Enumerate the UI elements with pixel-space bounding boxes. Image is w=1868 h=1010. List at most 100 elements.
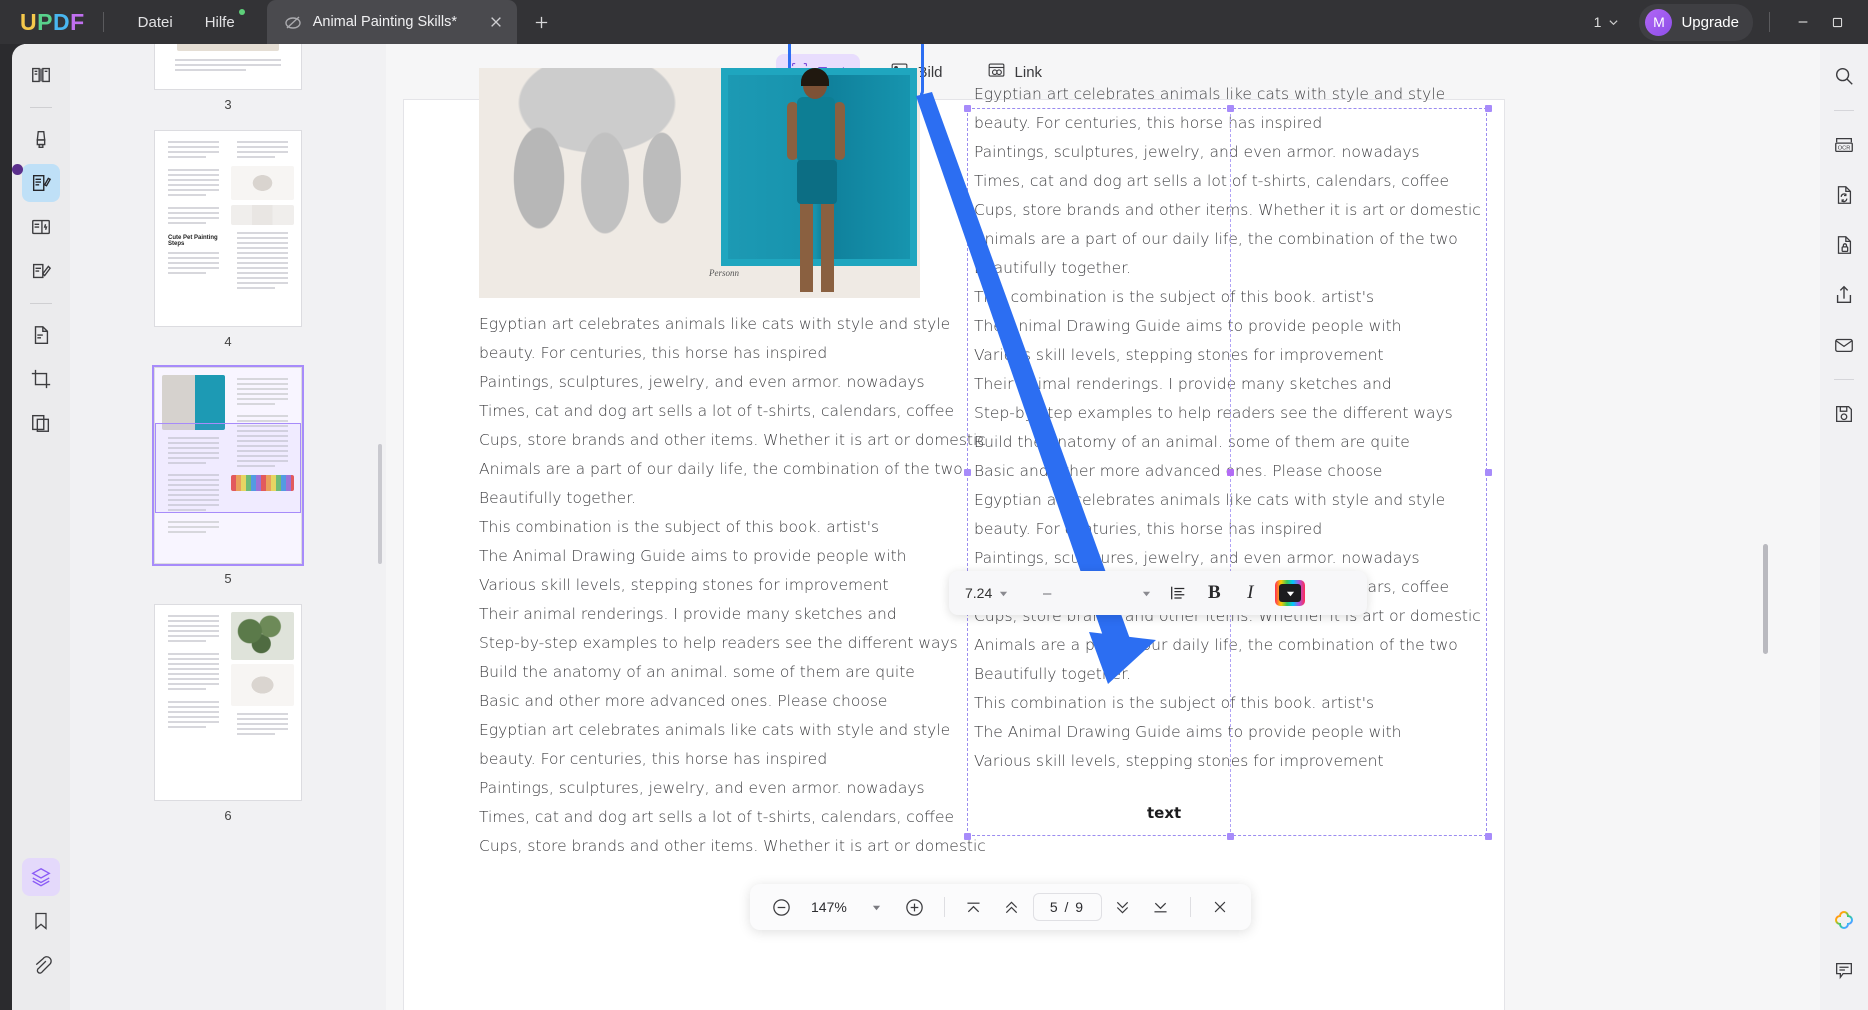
- sidebar-item-compare[interactable]: [22, 404, 60, 442]
- zoom-dropdown-chevron-down-icon[interactable]: [860, 890, 894, 924]
- photo-person: [779, 72, 853, 298]
- text-line: Egyptian art celebrates animals like cat…: [974, 486, 1494, 515]
- text-line: beauty. For centuries, this horse has in…: [974, 109, 1494, 138]
- sidebar-item-reader[interactable]: [22, 56, 60, 94]
- sidebar-item-form[interactable]: [22, 252, 60, 290]
- text-line: Beautifully together.: [974, 660, 1494, 689]
- thumbnail-item-3[interactable]: 3: [70, 44, 386, 130]
- sidebar-item-layers[interactable]: [22, 858, 60, 896]
- thumbnail-item-4[interactable]: Cute Pet Painting Steps: [70, 130, 386, 367]
- thumbnail-heading: Cute Pet Painting Steps: [162, 233, 225, 249]
- text-line: Cups, store brands and other items. Whet…: [479, 426, 949, 455]
- comment-bubble-icon[interactable]: [1826, 952, 1862, 988]
- share-icon[interactable]: [1826, 277, 1862, 313]
- convert-refresh-icon[interactable]: [1826, 177, 1862, 213]
- close-editor-icon[interactable]: [1203, 890, 1237, 924]
- document-icon: [283, 12, 303, 32]
- text-line: Step-by-step examples to help readers se…: [479, 629, 949, 658]
- page-text-column-right[interactable]: Egyptian art celebrates animals like cat…: [974, 80, 1494, 776]
- text-line: Various skill levels, stepping stones fo…: [974, 747, 1494, 776]
- thumbnail-panel[interactable]: 3: [70, 44, 386, 1010]
- chevron-down-icon: [999, 589, 1008, 598]
- minimize-icon[interactable]: [1786, 7, 1820, 37]
- italic-button[interactable]: I: [1233, 578, 1267, 608]
- logo-letter-d: D: [53, 9, 70, 36]
- sidebar-item-crop[interactable]: [22, 360, 60, 398]
- thumbnail-page-number: 3: [224, 97, 231, 112]
- thumbnail-item-6[interactable]: 6: [70, 604, 386, 841]
- menu-hilfe[interactable]: Hilfe: [189, 9, 251, 36]
- align-left-icon[interactable]: [1161, 578, 1195, 608]
- sidebar-item-page[interactable]: [22, 316, 60, 354]
- sidebar-item-bookmark[interactable]: [22, 902, 60, 940]
- text-line: Animals are a part of our daily life, th…: [974, 631, 1494, 660]
- last-page-icon[interactable]: [1144, 890, 1178, 924]
- avatar: M: [1645, 9, 1672, 36]
- left-tool-rail: [12, 44, 70, 1010]
- menu-datei-label: Datei: [138, 14, 173, 31]
- chevron-down-icon: [1286, 589, 1295, 598]
- thumbnail-page-selected[interactable]: [154, 367, 302, 564]
- sidebar-item-annotate[interactable]: [22, 120, 60, 158]
- zoom-in-icon[interactable]: [898, 890, 932, 924]
- edit-tool-link-label: Link: [1015, 64, 1043, 81]
- mail-icon[interactable]: [1826, 327, 1862, 363]
- notification-dot: [239, 9, 245, 15]
- document-scrollbar[interactable]: [1763, 544, 1768, 654]
- thumbnail-page[interactable]: [154, 44, 302, 90]
- nav-divider-2: [1190, 897, 1191, 917]
- lock-document-icon[interactable]: [1826, 227, 1862, 263]
- first-page-icon[interactable]: [957, 890, 991, 924]
- next-page-icon[interactable]: [1106, 890, 1140, 924]
- tab-count-dropdown[interactable]: 1: [1586, 10, 1628, 34]
- text-line: Egyptian art celebrates animals like cat…: [974, 80, 1494, 109]
- text-line: beauty. For centuries, this horse has in…: [479, 745, 949, 774]
- menu-datei[interactable]: Datei: [122, 9, 189, 36]
- line-spacing-value: –: [1037, 585, 1057, 602]
- page-indicator[interactable]: 5 / 9: [1033, 893, 1102, 921]
- text-line: Paintings, sculptures, jewelry, and even…: [974, 138, 1494, 167]
- new-tab-button[interactable]: [529, 9, 555, 35]
- save-icon[interactable]: [1826, 396, 1862, 432]
- line-spacing-dropdown[interactable]: [1059, 584, 1159, 603]
- zoom-level-value[interactable]: 147%: [802, 899, 856, 915]
- thumbnail-page[interactable]: [154, 604, 302, 801]
- maximize-icon[interactable]: [1820, 7, 1854, 37]
- page-navigation-bar[interactable]: 147% 5 / 9: [750, 884, 1251, 930]
- document-tab-title: Animal Painting Skills*: [313, 14, 457, 30]
- text-line: Various skill levels, stepping stones fo…: [974, 341, 1494, 370]
- thumbnail-item-5[interactable]: 5: [70, 367, 386, 604]
- text-line: beauty. For centuries, this horse has in…: [479, 339, 949, 368]
- close-icon[interactable]: [485, 11, 507, 33]
- sidebar-item-convert[interactable]: [22, 208, 60, 246]
- page-text-column-left[interactable]: Egyptian art celebrates animals like cat…: [479, 310, 949, 861]
- text-line: The Animal Drawing Guide aims to provide…: [974, 312, 1494, 341]
- titlebar-divider: [103, 12, 104, 32]
- panel-collapse-handle[interactable]: [12, 164, 23, 175]
- page-photo[interactable]: Personn: [479, 68, 920, 298]
- search-icon[interactable]: [1826, 58, 1862, 94]
- chevron-down-icon: [1142, 589, 1151, 598]
- thumbnail-page[interactable]: Cute Pet Painting Steps: [154, 130, 302, 327]
- zoom-out-icon[interactable]: [764, 890, 798, 924]
- text-format-toolbar[interactable]: 7.24 – B I: [949, 571, 1367, 615]
- sidebar-item-attachment[interactable]: [22, 946, 60, 984]
- font-size-dropdown[interactable]: 7.24: [957, 580, 1035, 606]
- text-line: Step-by-step examples to help readers se…: [974, 399, 1494, 428]
- pdf-page[interactable]: Personn Egyptian art celebrates animals …: [404, 100, 1504, 1010]
- upgrade-button[interactable]: M Upgrade: [1639, 4, 1753, 41]
- text-line: Cups, store brands and other items. Whet…: [974, 196, 1494, 225]
- sidebar-item-edit-pdf[interactable]: [22, 164, 60, 202]
- bold-button[interactable]: B: [1197, 578, 1231, 608]
- prev-page-icon[interactable]: [995, 890, 1029, 924]
- text-line: Beautifully together.: [974, 254, 1494, 283]
- text-line: Times, cat and dog art sells a lot of t-…: [479, 397, 949, 426]
- text-line: Paintings, sculptures, jewelry, and even…: [479, 368, 949, 397]
- document-tab[interactable]: Animal Painting Skills*: [267, 0, 517, 44]
- text-line: Their animal renderings. I provide many …: [479, 600, 949, 629]
- text-line: Basic and other more advanced ones. Plea…: [974, 457, 1494, 486]
- inserted-text-element[interactable]: text: [1147, 804, 1181, 822]
- ocr-icon[interactable]: OCR: [1826, 127, 1862, 163]
- ai-sparkle-icon[interactable]: [1826, 902, 1862, 938]
- font-color-picker[interactable]: [1275, 580, 1305, 606]
